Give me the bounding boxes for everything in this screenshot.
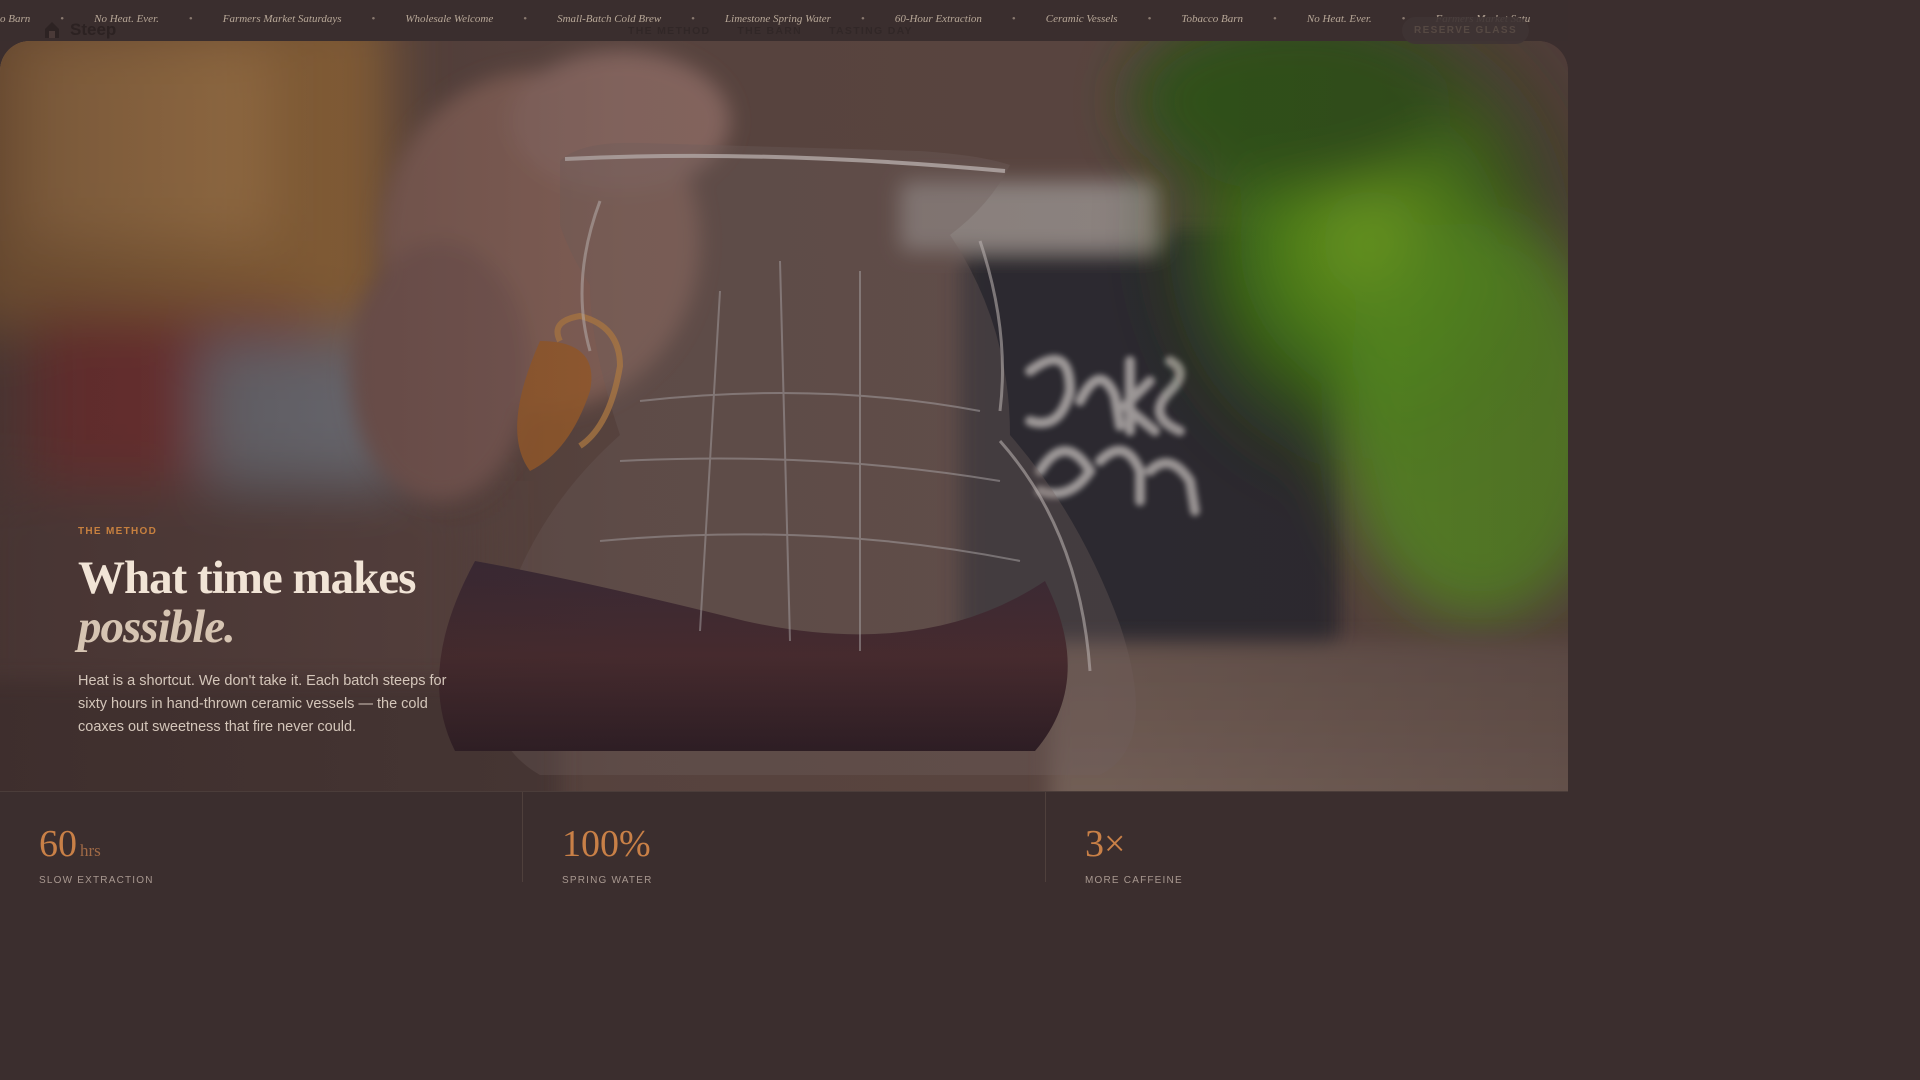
- stat-slow-extraction: 60 hrs SLOW EXTRACTION: [0, 792, 523, 886]
- stat-value: 60: [39, 823, 77, 865]
- nav-link-the-method[interactable]: THE METHOD: [628, 25, 710, 37]
- hero-eyebrow: THE METHOD: [78, 526, 158, 537]
- stat-label: MORE CAFFEINE: [1085, 875, 1183, 886]
- hero-content: THE METHOD What time makes possible. Hea…: [78, 526, 458, 739]
- hero-headline-italic: possible.: [78, 601, 236, 653]
- nav-link-tasting-day[interactable]: TASTING DAY: [829, 25, 913, 37]
- hero-description: Heat is a shortcut. We don't take it. Ea…: [78, 673, 447, 735]
- stat-value-row: 60 hrs: [39, 825, 522, 863]
- top-navigation: Steep THE METHOD THE BARN TASTING DAY RE…: [0, 0, 1568, 60]
- hero-headline: What time makes possible.: [78, 554, 458, 652]
- stat-label: SPRING WATER: [562, 875, 653, 886]
- stat-value: 100%: [562, 823, 651, 865]
- hero-headline-main: What time makes: [78, 552, 416, 604]
- stat-value: 3×: [1085, 823, 1126, 865]
- brand-name: Steep: [70, 20, 117, 39]
- stat-value-row: 100%: [562, 825, 1045, 863]
- barn-icon: [44, 21, 60, 39]
- nav-link-the-barn[interactable]: THE BARN: [737, 25, 802, 37]
- stat-unit: hrs: [80, 841, 101, 860]
- hero-section: THE METHOD What time makes possible. Hea…: [0, 41, 1568, 791]
- stat-more-caffeine: 3× MORE CAFFEINE: [1046, 792, 1568, 886]
- reserve-glass-button[interactable]: RESERVE GLASS: [1402, 17, 1529, 44]
- stat-label: SLOW EXTRACTION: [39, 875, 154, 886]
- stat-value-row: 3×: [1085, 825, 1568, 863]
- stat-spring-water: 100% SPRING WATER: [523, 792, 1046, 886]
- stats-bar: 60 hrs SLOW EXTRACTION 100% SPRING WATER …: [0, 791, 1568, 886]
- nav-links: THE METHOD THE BARN TASTING DAY: [628, 25, 913, 37]
- brand-logo-link[interactable]: Steep: [44, 20, 116, 40]
